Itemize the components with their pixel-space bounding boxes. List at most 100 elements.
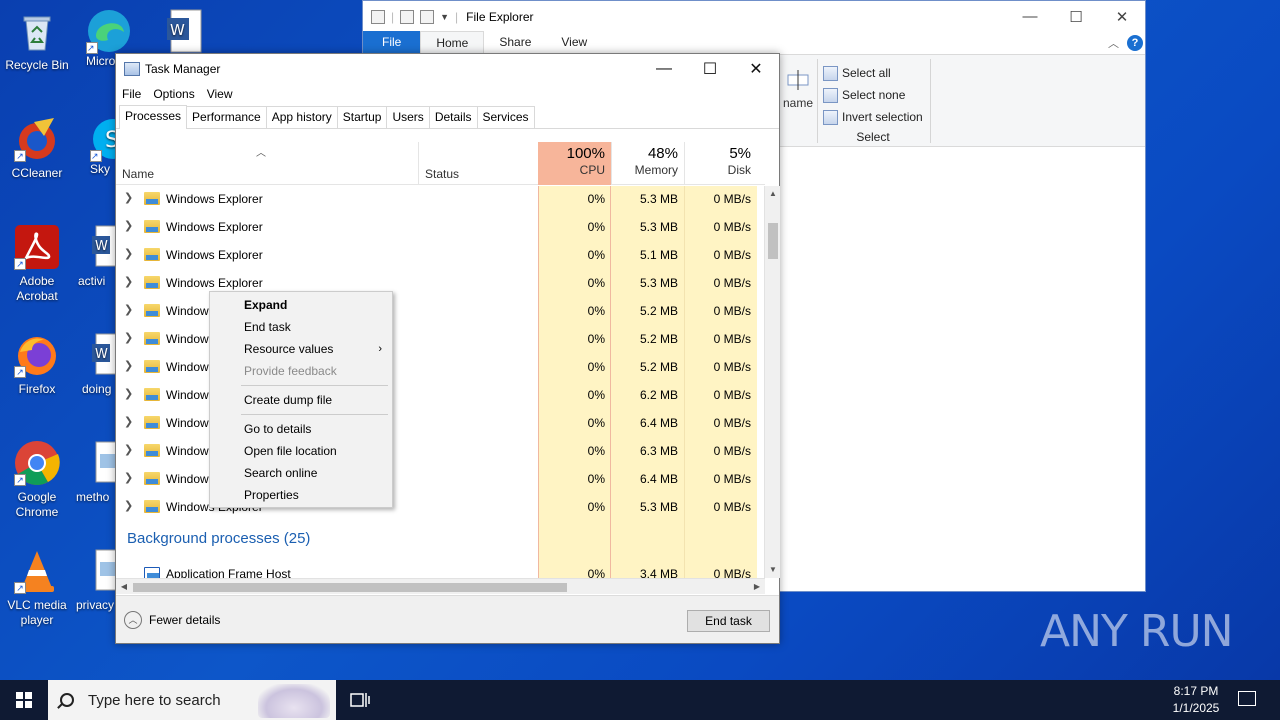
group-header-background-processes[interactable]: Background processes (25): [127, 530, 310, 547]
menu-item-search-online[interactable]: Search online: [210, 462, 392, 484]
collapse-ribbon-icon[interactable]: ︿: [1108, 35, 1119, 51]
horizontal-scrollbar[interactable]: ◀ ▶: [116, 578, 765, 594]
explorer-titlebar[interactable]: | ▼ | File Explorer — ☐ ✕: [363, 1, 1145, 32]
close-button[interactable]: ✕: [1099, 1, 1145, 32]
tab-share[interactable]: Share: [484, 31, 546, 54]
process-cpu: 0%: [587, 304, 605, 318]
system-clock[interactable]: 8:17 PM 1/1/2025: [1160, 683, 1232, 717]
window-title: File Explorer: [466, 9, 534, 24]
chevron-right-icon[interactable]: ❯: [124, 303, 133, 316]
folder-properties-icon[interactable]: [371, 9, 385, 24]
notification-center-icon[interactable]: [1238, 691, 1256, 706]
tab-performance[interactable]: Performance: [186, 106, 267, 128]
maximize-button[interactable]: ☐: [687, 54, 733, 84]
tab-startup[interactable]: Startup: [336, 106, 388, 128]
menu-options[interactable]: Options: [153, 87, 194, 101]
checkmark-icon[interactable]: [400, 9, 415, 24]
scroll-right-icon[interactable]: ▶: [749, 579, 765, 595]
windows-logo-icon: [16, 692, 32, 708]
select-none-button[interactable]: Select none: [823, 84, 933, 106]
process-name: Windows Explorer: [166, 248, 263, 262]
menu-item-open-file-location[interactable]: Open file location: [210, 440, 392, 462]
tab-services[interactable]: Services: [476, 106, 535, 128]
chevron-down-icon[interactable]: ▼: [440, 12, 449, 22]
tab-view[interactable]: View: [546, 31, 602, 54]
taskbar-search-box[interactable]: Type here to search: [48, 680, 336, 720]
chevron-right-icon[interactable]: ❯: [124, 415, 133, 428]
menu-item-resource-values[interactable]: Resource values ›: [210, 338, 392, 360]
column-header-status[interactable]: Status: [418, 142, 538, 185]
menu-view[interactable]: View: [207, 87, 233, 101]
table-row[interactable]: ❯ Windows Explorer 0% 5.3 MB 0 MB/s: [116, 213, 757, 241]
shortcut-arrow-icon: ↗: [14, 258, 26, 270]
menu-item-go-to-details[interactable]: Go to details: [210, 418, 392, 440]
task-view-icon: [350, 693, 370, 707]
firefox-icon: ↗: [14, 332, 60, 378]
chevron-right-icon[interactable]: ❯: [124, 443, 133, 456]
table-row[interactable]: ❯ Windows Explorer 0% 5.3 MB 0 MB/s: [116, 186, 757, 213]
fewer-details-button[interactable]: ︿ Fewer details: [124, 611, 220, 629]
process-disk: 0 MB/s: [713, 220, 751, 234]
rename-button[interactable]: name: [779, 67, 817, 110]
tab-file[interactable]: File: [363, 31, 421, 54]
desktop-icon-vlc[interactable]: ↗ VLC media player: [0, 548, 74, 628]
start-button[interactable]: [0, 680, 48, 720]
scroll-up-icon[interactable]: ▲: [765, 186, 781, 202]
scroll-down-icon[interactable]: ▼: [765, 562, 781, 578]
tab-processes[interactable]: Processes: [119, 105, 188, 129]
chevron-right-icon[interactable]: ❯: [124, 275, 133, 288]
tab-users[interactable]: Users: [386, 106, 430, 128]
desktop-icon-firefox[interactable]: ↗ Firefox: [0, 332, 74, 397]
help-icon[interactable]: ?: [1127, 35, 1143, 51]
menu-item-label: Open file location: [244, 444, 337, 458]
task-view-button[interactable]: [345, 680, 375, 720]
desktop-icon-chrome[interactable]: ↗ Google Chrome: [0, 440, 74, 520]
desktop-icon-ccleaner[interactable]: ↗ CCleaner: [0, 116, 74, 181]
process-memory: 6.4 MB: [639, 472, 678, 486]
select-all-button[interactable]: Select all: [823, 62, 933, 84]
menu-item-properties[interactable]: Properties: [210, 484, 392, 506]
desktop-icon-recycle-bin[interactable]: Recycle Bin: [0, 8, 74, 73]
taskmgr-titlebar[interactable]: Task Manager — ☐ ✕: [116, 54, 779, 84]
chevron-right-icon[interactable]: ❯: [124, 331, 133, 344]
chevron-right-icon[interactable]: ❯: [124, 359, 133, 372]
process-disk: 0 MB/s: [713, 444, 751, 458]
tab-home[interactable]: Home: [420, 31, 485, 54]
scroll-thumb[interactable]: [768, 223, 778, 259]
minimize-button[interactable]: —: [641, 54, 687, 84]
windows-explorer-icon: [144, 444, 160, 457]
chevron-right-icon[interactable]: ❯: [124, 219, 133, 232]
menu-item-create-dump-file[interactable]: Create dump file: [210, 389, 392, 411]
column-header-disk[interactable]: 5% Disk: [684, 142, 757, 185]
tab-app-history[interactable]: App history: [265, 106, 338, 128]
chevron-right-icon[interactable]: ❯: [124, 247, 133, 260]
chevron-right-icon[interactable]: ❯: [124, 471, 133, 484]
new-folder-icon[interactable]: [420, 9, 435, 24]
shortcut-arrow-icon: ↗: [14, 474, 26, 486]
chevron-right-icon[interactable]: ❯: [124, 499, 133, 512]
invert-selection-button[interactable]: Invert selection: [823, 106, 933, 128]
table-row[interactable]: ❯ Windows Explorer 0% 5.1 MB 0 MB/s: [116, 241, 757, 269]
tab-details[interactable]: Details: [428, 106, 478, 128]
column-header-cpu[interactable]: 100% CPU: [538, 142, 611, 185]
process-memory: 5.3 MB: [639, 276, 678, 290]
maximize-button[interactable]: ☐: [1053, 1, 1099, 32]
table-row[interactable]: ❯Application Frame Host0%3.4 MB0 MB/s: [116, 560, 757, 578]
chevron-right-icon[interactable]: ❯: [124, 191, 133, 204]
scroll-thumb[interactable]: [133, 583, 567, 592]
menu-item-expand[interactable]: Expand: [210, 294, 392, 316]
scroll-left-icon[interactable]: ◀: [116, 579, 132, 595]
desktop-icon-acrobat[interactable]: ↗ Adobe Acrobat: [0, 224, 74, 304]
vertical-scrollbar[interactable]: ▲ ▼: [764, 186, 780, 578]
chevron-right-icon[interactable]: ❯: [124, 387, 133, 400]
end-task-button[interactable]: End task: [687, 610, 770, 632]
taskmgr-footer: ︿ Fewer details End task: [116, 595, 779, 643]
column-header-name[interactable]: Name: [122, 167, 154, 181]
menu-file[interactable]: File: [122, 87, 141, 101]
process-disk: 0 MB/s: [713, 416, 751, 430]
menu-item-end-task[interactable]: End task: [210, 316, 392, 338]
desktop-icon-word-doc[interactable]: W: [150, 8, 210, 54]
close-button[interactable]: ✕: [733, 54, 779, 84]
column-header-memory[interactable]: 48% Memory: [611, 142, 684, 185]
minimize-button[interactable]: —: [1007, 1, 1053, 32]
